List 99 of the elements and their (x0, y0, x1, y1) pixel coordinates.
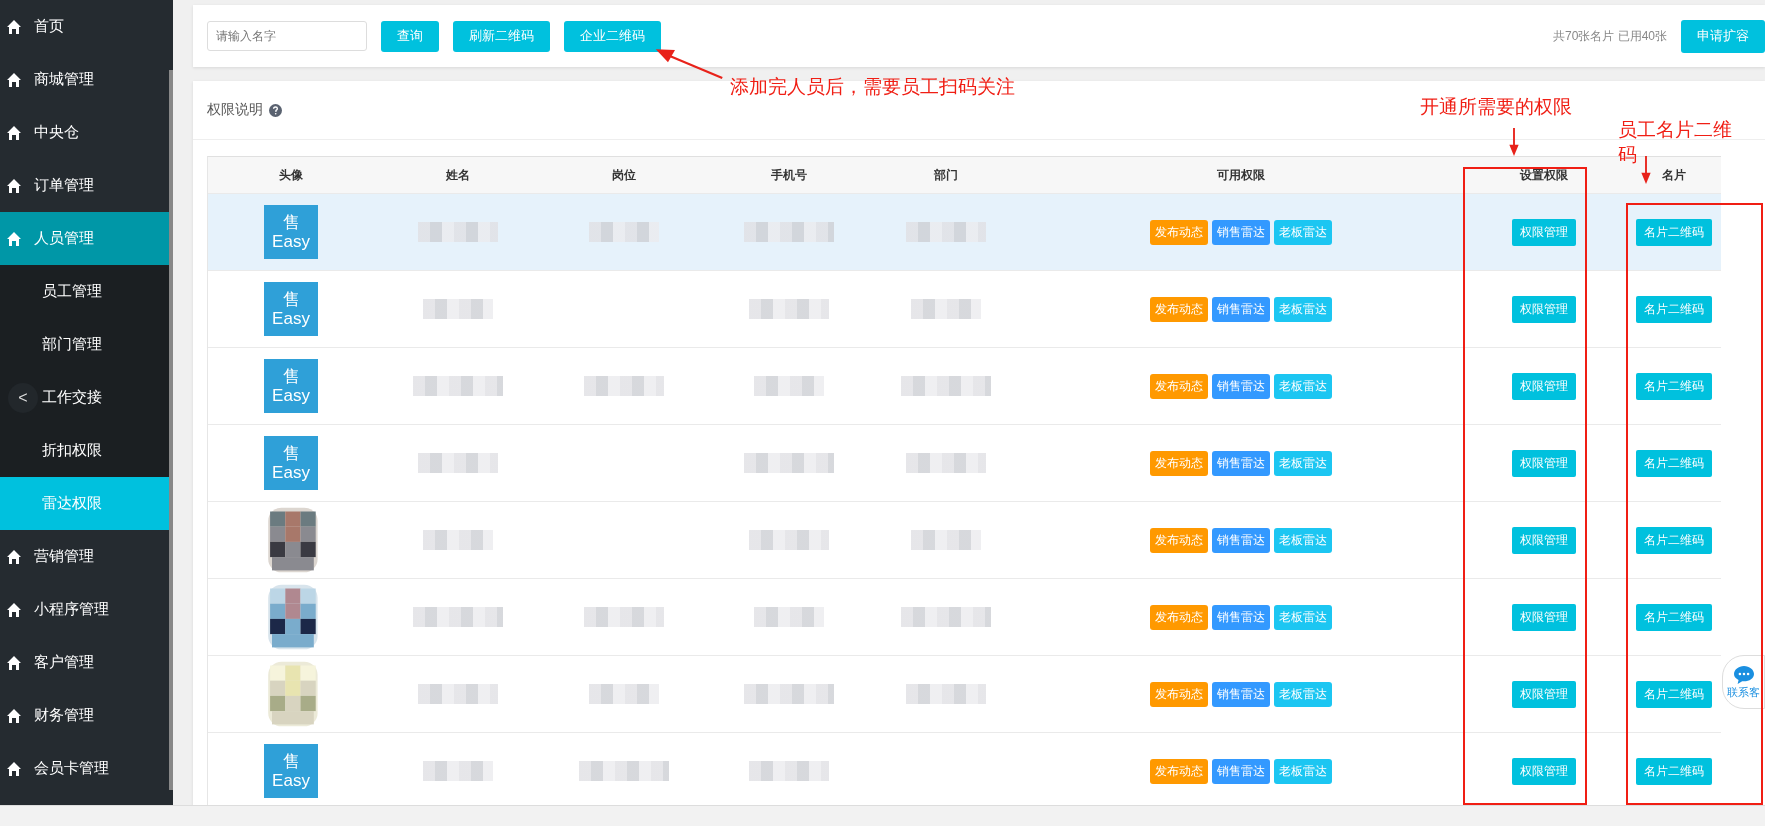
logo-word: Easy (272, 387, 310, 404)
qr-code-button[interactable]: 名片二维码 (1635, 526, 1712, 554)
permission-button[interactable]: 权限管理 (1511, 603, 1576, 631)
column-header: 姓名 (445, 166, 470, 184)
permission-tag: 销售雷达 (1212, 681, 1270, 707)
home-icon (6, 707, 22, 724)
toolbar-button[interactable]: 查询 (381, 20, 439, 52)
home-icon (6, 654, 22, 671)
permission-button[interactable]: 权限管理 (1511, 218, 1576, 246)
permission-tag: 老板雷达 (1274, 450, 1332, 476)
table-row[interactable]: 售 Easy 发布动态 销售雷达 老板雷达 权限管理 名片二维码 (208, 194, 1721, 271)
home-icon (6, 601, 22, 618)
expand-button[interactable]: 申请扩容 (1681, 19, 1765, 53)
logo-mark: 售 (282, 214, 300, 231)
logo-word: Easy (272, 310, 310, 327)
permission-tag: 老板雷达 (1274, 604, 1332, 630)
annotation-text: 开通所需要的权限 (1420, 95, 1572, 119)
annotation-text: 员工名片二维码 (1618, 118, 1733, 167)
collapse-button[interactable]: < (8, 383, 38, 413)
permission-tag: 发布动态 (1150, 373, 1208, 399)
permission-tag: 发布动态 (1150, 296, 1208, 322)
submenu-label: 雷达权限 (42, 494, 102, 513)
chat-bubble-icon (1732, 664, 1755, 685)
annotation-arrow (1640, 156, 1652, 184)
logo-mark: 售 (282, 291, 300, 308)
home-icon (6, 548, 22, 565)
permission-tag: 发布动态 (1150, 450, 1208, 476)
nav-item[interactable]: 首页 (0, 0, 173, 53)
permission-button[interactable]: 权限管理 (1511, 757, 1576, 785)
submenu-label: 部门管理 (42, 335, 102, 354)
column-header: 头像 (279, 166, 303, 184)
permission-tag: 销售雷达 (1212, 604, 1270, 630)
permission-tag: 发布动态 (1150, 527, 1208, 553)
permission-tag: 发布动态 (1150, 681, 1208, 707)
qr-code-button[interactable]: 名片二维码 (1635, 680, 1712, 708)
permission-tag: 销售雷达 (1212, 219, 1270, 245)
annotation-arrow (1508, 128, 1520, 156)
qr-code-button[interactable]: 名片二维码 (1635, 372, 1712, 400)
nav-item[interactable]: 营销管理 (0, 530, 173, 583)
nav-item[interactable]: 中央仓 (0, 106, 173, 159)
qr-code-button[interactable]: 名片二维码 (1635, 757, 1712, 785)
permission-button[interactable]: 权限管理 (1511, 449, 1576, 477)
home-icon (6, 760, 22, 777)
column-header: 岗位 (611, 166, 636, 184)
home-icon (6, 18, 22, 35)
submenu-label: 折扣权限 (42, 441, 102, 460)
qr-code-button[interactable]: 名片二维码 (1635, 603, 1712, 631)
toolbar-button[interactable]: 刷新二维码 (453, 20, 550, 52)
permission-tag: 销售雷达 (1212, 373, 1270, 399)
permission-button[interactable]: 权限管理 (1511, 295, 1576, 323)
permission-tag: 销售雷达 (1212, 758, 1270, 784)
logo-word: Easy (272, 464, 310, 481)
annotation-arrow (654, 46, 724, 82)
permission-tag: 销售雷达 (1212, 296, 1270, 322)
column-header: 可用权限 (1217, 166, 1265, 184)
home-icon (6, 124, 22, 141)
submenu-label: 员工管理 (42, 282, 102, 301)
permission-tag: 老板雷达 (1274, 527, 1332, 553)
column-header: 部门 (934, 166, 958, 184)
permission-tag: 销售雷达 (1212, 527, 1270, 553)
nav-item[interactable]: 订单管理 (0, 159, 173, 212)
column-header: 手机号 (770, 166, 807, 184)
logo-mark: 售 (282, 445, 300, 462)
permission-tag: 发布动态 (1150, 604, 1208, 630)
permission-tag: 老板雷达 (1274, 219, 1332, 245)
home-icon (6, 71, 22, 88)
toolbar-button[interactable]: 企业二维码 (564, 20, 661, 52)
search-field[interactable]: 请输入名字 (207, 21, 367, 51)
qr-code-button[interactable]: 名片二维码 (1635, 295, 1712, 323)
column-header: 名片 (1661, 166, 1686, 184)
permission-tag: 老板雷达 (1274, 758, 1332, 784)
help-icon[interactable] (269, 103, 282, 117)
qr-code-button[interactable]: 名片二维码 (1635, 218, 1712, 246)
permission-tag: 发布动态 (1150, 219, 1208, 245)
logo-mark: 售 (282, 753, 300, 770)
home-icon (6, 177, 22, 194)
column-header: 设置权限 (1519, 166, 1568, 184)
permission-tag: 老板雷达 (1274, 681, 1332, 707)
qr-code-button[interactable]: 名片二维码 (1635, 449, 1712, 477)
permission-button[interactable]: 权限管理 (1511, 680, 1576, 708)
permission-button[interactable]: 权限管理 (1511, 526, 1576, 554)
permission-tag: 老板雷达 (1274, 296, 1332, 322)
section-title: 权限说明 (207, 101, 263, 119)
annotation-text: 添加完人员后，需要员工扫码关注 (730, 75, 1015, 99)
home-icon (6, 230, 22, 247)
permission-tag: 老板雷达 (1274, 373, 1332, 399)
logo-word: Easy (272, 233, 310, 250)
submenu-label: 工作交接 (42, 388, 102, 407)
nav-item[interactable]: 小程序管理 (0, 583, 173, 636)
nav-item[interactable]: 财务管理 (0, 689, 173, 742)
nav-item[interactable]: 商城管理 (0, 53, 173, 106)
logo-word: Easy (272, 772, 310, 789)
permission-tag: 销售雷达 (1212, 450, 1270, 476)
nav-item[interactable]: 客户管理 (0, 636, 173, 689)
quota-text: 共70张名片 已用40张 (1552, 27, 1667, 45)
permission-tag: 发布动态 (1150, 758, 1208, 784)
logo-mark: 售 (282, 368, 300, 385)
permission-button[interactable]: 权限管理 (1511, 372, 1576, 400)
nav-item[interactable]: 会员卡管理 (0, 742, 173, 795)
